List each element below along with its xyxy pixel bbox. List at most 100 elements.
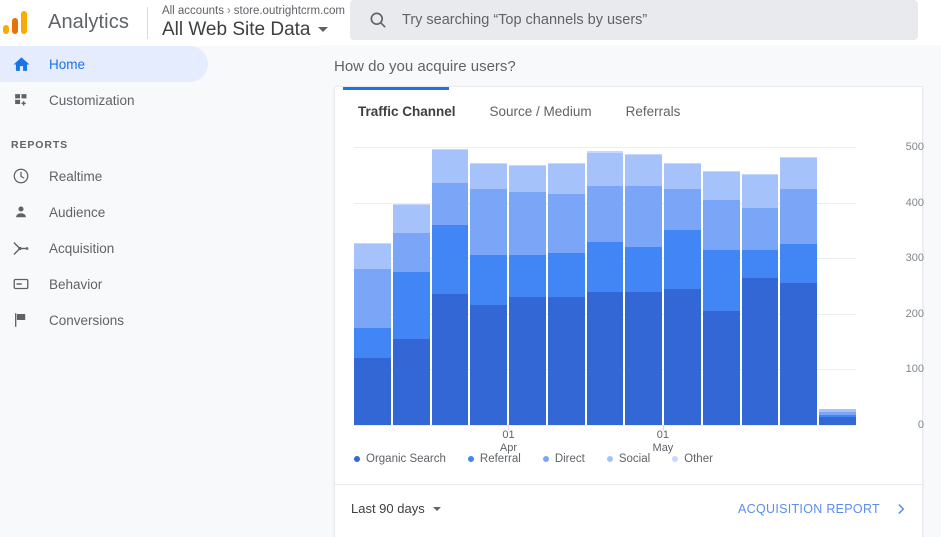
chart-bar-segment bbox=[470, 188, 508, 256]
chart-bar-segment bbox=[702, 199, 740, 250]
chart-bar-segment bbox=[780, 188, 818, 245]
chart-bar-segment bbox=[509, 166, 546, 192]
chart-bar[interactable] bbox=[354, 243, 391, 425]
legend-item[interactable]: Organic Search bbox=[354, 453, 446, 465]
brand-name: Analytics bbox=[48, 11, 129, 33]
card-tabs: Traffic Channel Source / Medium Referral… bbox=[335, 87, 922, 135]
sidebar-item-label-behavior: Behavior bbox=[49, 276, 103, 292]
chart-bar-segment bbox=[547, 194, 585, 253]
breadcrumb: All accounts › store.outrightcrm.com bbox=[162, 4, 345, 18]
legend-color-swatch bbox=[542, 456, 549, 462]
date-range-selector[interactable]: Last 90 days bbox=[351, 501, 441, 516]
chart-bar-segment bbox=[470, 255, 508, 306]
behavior-icon bbox=[11, 274, 31, 294]
chart-legend: Organic Search Referral Direct Social Other bbox=[354, 453, 713, 465]
chart-bar[interactable] bbox=[702, 170, 740, 425]
chart-bar[interactable] bbox=[392, 204, 430, 425]
chart-bar-segment bbox=[392, 233, 430, 273]
y-axis-tick-label: 100 bbox=[905, 363, 924, 376]
header-divider bbox=[146, 6, 148, 39]
y-axis-tick-label: 300 bbox=[905, 252, 924, 265]
sidebar-item-home[interactable]: Home bbox=[0, 46, 208, 82]
chart-bar-segment bbox=[780, 283, 818, 425]
sidebar-item-label-conversions: Conversions bbox=[49, 312, 125, 328]
chart-bar-segment bbox=[354, 269, 391, 328]
chart-bar[interactable] bbox=[470, 162, 508, 425]
tab-traffic-channel[interactable]: Traffic Channel bbox=[341, 87, 473, 135]
search-bar[interactable]: Try searching “Top channels by users” bbox=[350, 0, 918, 40]
legend-color-swatch bbox=[467, 456, 474, 462]
legend-color-swatch bbox=[354, 456, 360, 462]
legend-item[interactable]: Direct bbox=[542, 453, 585, 465]
chart-bar-segment bbox=[625, 247, 663, 292]
tab-referrals[interactable]: Referrals bbox=[609, 87, 698, 135]
chevron-down-icon bbox=[317, 27, 328, 32]
chart-bar-segment bbox=[392, 272, 430, 339]
sidebar-item-conversions[interactable]: Conversions bbox=[0, 302, 318, 338]
chart-bar-segment bbox=[392, 338, 430, 425]
acquisition-report-link[interactable]: ACQUISITION REPORT bbox=[738, 502, 908, 516]
chart-bar-segment bbox=[431, 294, 469, 425]
chart-bar-segment bbox=[470, 305, 508, 425]
legend-color-swatch bbox=[606, 456, 613, 462]
legend-item[interactable]: Social bbox=[606, 453, 650, 465]
sidebar-item-behavior[interactable]: Behavior bbox=[0, 266, 318, 302]
clock-icon bbox=[11, 166, 31, 186]
sidebar-item-label-acquisition: Acquisition bbox=[49, 240, 115, 256]
chart-bar-segment bbox=[780, 244, 818, 284]
chart-bar-segment bbox=[702, 172, 740, 200]
chart-bar[interactable] bbox=[741, 173, 779, 425]
legend-item[interactable]: Referral bbox=[467, 453, 521, 465]
account-selector[interactable]: All accounts › store.outrightcrm.com All W… bbox=[162, 4, 345, 42]
chart-bar-segment bbox=[664, 288, 701, 425]
chart-bar-segment bbox=[586, 185, 624, 242]
chart-bar-segment bbox=[547, 297, 585, 425]
chart-bar-segment bbox=[664, 230, 701, 289]
chart-bar[interactable] bbox=[547, 162, 585, 425]
chart-plot-area bbox=[354, 147, 856, 426]
chart-bar-segment bbox=[702, 311, 740, 425]
legend-label: Direct bbox=[554, 453, 585, 465]
chart-bar-segment bbox=[354, 244, 391, 270]
y-axis-tick-label: 500 bbox=[905, 141, 924, 153]
legend-label: Referral bbox=[479, 453, 521, 465]
chart-bar-segment bbox=[625, 291, 663, 425]
tab-active-underline bbox=[343, 87, 449, 90]
chevron-right-icon bbox=[894, 502, 908, 516]
sidebar-item-label-realtime: Realtime bbox=[49, 168, 103, 184]
breadcrumb-separator: › bbox=[226, 4, 231, 17]
chart-bar[interactable] bbox=[819, 408, 856, 425]
page-title: How do you acquire users? bbox=[334, 58, 516, 75]
sidebar-item-realtime[interactable]: Realtime bbox=[0, 158, 318, 194]
view-name[interactable]: All Web Site Data bbox=[162, 18, 345, 42]
person-icon bbox=[11, 202, 31, 222]
sidebar: Home Customization REPORTS Realtime Audi… bbox=[0, 45, 318, 537]
chart-bar[interactable] bbox=[586, 151, 624, 425]
customization-icon bbox=[11, 90, 31, 110]
tab-source-medium[interactable]: Source / Medium bbox=[473, 87, 609, 135]
analytics-home-page: Analytics All accounts › store.outrightcrm… bbox=[0, 0, 941, 537]
y-axis-tick-label: 400 bbox=[905, 196, 924, 209]
chart-bar[interactable] bbox=[780, 157, 818, 425]
ga-logo bbox=[0, 0, 40, 45]
chart-bar[interactable] bbox=[625, 154, 663, 425]
sidebar-item-customization[interactable]: Customization bbox=[0, 82, 318, 118]
sidebar-item-audience[interactable]: Audience bbox=[0, 194, 318, 230]
legend-item[interactable]: Other bbox=[672, 453, 713, 465]
card-footer: Last 90 days ACQUISITION REPORT bbox=[335, 484, 924, 532]
chart-bar-segment bbox=[586, 291, 624, 425]
chart-bar[interactable] bbox=[509, 165, 546, 425]
x-axis-tick-label-day: 01 bbox=[502, 429, 515, 441]
chart-bar[interactable] bbox=[431, 148, 469, 425]
chart-bar[interactable] bbox=[664, 162, 701, 425]
chart-bar-segment bbox=[741, 174, 779, 209]
sidebar-item-acquisition[interactable]: Acquisition bbox=[0, 230, 318, 266]
chart-bar-segment bbox=[702, 249, 740, 312]
search-input[interactable]: Try searching “Top channels by users” bbox=[402, 12, 647, 28]
date-range-label: Last 90 days bbox=[351, 501, 425, 516]
chart-bar-segment bbox=[431, 224, 469, 295]
sidebar-item-label-customization: Customization bbox=[49, 92, 135, 108]
traffic-channel-chart: 0 100 200 300 400 500 01 Apr 01 May Organic Sear… bbox=[335, 135, 924, 475]
x-axis-label: 01 Apr bbox=[488, 429, 528, 455]
